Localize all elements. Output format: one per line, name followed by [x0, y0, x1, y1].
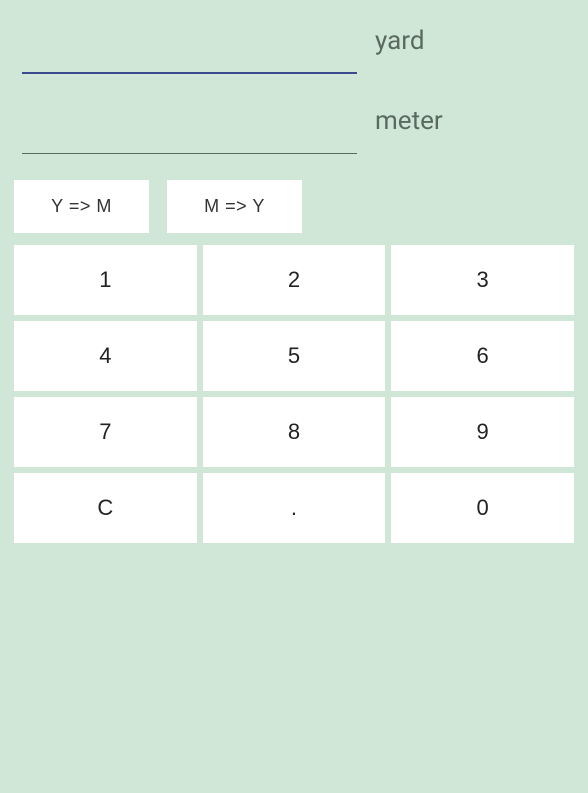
- key-7[interactable]: 7: [14, 397, 197, 467]
- keypad: 1 2 3 4 5 6 7 8 9 C . 0: [14, 245, 574, 543]
- key-decimal[interactable]: .: [203, 473, 386, 543]
- yard-input-row: yard: [14, 14, 574, 74]
- key-0[interactable]: 0: [391, 473, 574, 543]
- meter-label: meter: [375, 106, 443, 154]
- key-1[interactable]: 1: [14, 245, 197, 315]
- key-5[interactable]: 5: [203, 321, 386, 391]
- convert-button-row: Y => M M => Y: [14, 180, 574, 233]
- yard-input[interactable]: [22, 14, 357, 74]
- key-8[interactable]: 8: [203, 397, 386, 467]
- meter-to-yard-button[interactable]: M => Y: [167, 180, 302, 233]
- yard-label: yard: [375, 26, 425, 74]
- meter-input-row: meter: [14, 94, 574, 154]
- key-clear[interactable]: C: [14, 473, 197, 543]
- meter-input[interactable]: [22, 94, 357, 154]
- key-9[interactable]: 9: [391, 397, 574, 467]
- key-6[interactable]: 6: [391, 321, 574, 391]
- key-3[interactable]: 3: [391, 245, 574, 315]
- key-4[interactable]: 4: [14, 321, 197, 391]
- yard-to-meter-button[interactable]: Y => M: [14, 180, 149, 233]
- key-2[interactable]: 2: [203, 245, 386, 315]
